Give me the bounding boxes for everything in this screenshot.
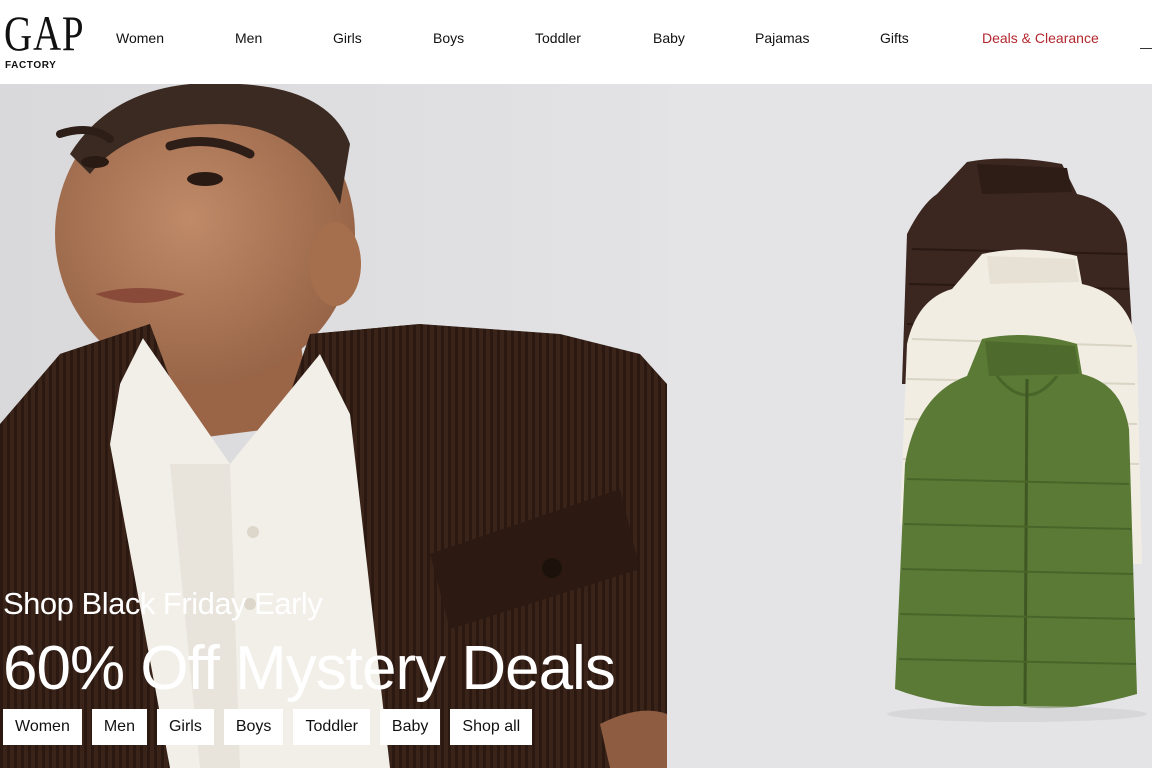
gap-factory-logo[interactable]: GAP FACTORY (4, 5, 85, 74)
nav-gifts[interactable]: Gifts (880, 30, 909, 46)
chip-men[interactable]: Men (91, 709, 147, 745)
chip-girls[interactable]: Girls (156, 709, 214, 745)
hero-vests-image[interactable] (667, 84, 1152, 768)
puffer-vests-illustration (887, 158, 1147, 722)
logo-wordmark: GAP (4, 5, 85, 61)
hero-eyebrow: Shop Black Friday Early (3, 586, 323, 621)
chip-shop-all[interactable]: Shop all (450, 709, 533, 745)
site-header: GAP FACTORY Women Men Girls Boys Toddler… (0, 0, 1152, 84)
nav-deals-clearance[interactable]: Deals & Clearance (982, 30, 1099, 46)
nav-pajamas[interactable]: Pajamas (755, 30, 809, 46)
logo-subtitle: FACTORY (5, 60, 57, 71)
nav-women[interactable]: Women (116, 30, 164, 46)
chip-women[interactable]: Women (3, 709, 82, 745)
hero-model-image[interactable]: Shop Black Friday Early 60% Off Mystery … (0, 84, 667, 768)
chip-boys[interactable]: Boys (223, 709, 284, 745)
nav-overflow-indicator (1140, 48, 1152, 49)
hero-headline: 60% Off Mystery Deals (3, 634, 616, 703)
chip-toddler[interactable]: Toddler (293, 709, 370, 745)
hero-banner: Shop Black Friday Early 60% Off Mystery … (0, 84, 1152, 768)
nav-girls[interactable]: Girls (333, 30, 362, 46)
chip-baby[interactable]: Baby (379, 709, 441, 745)
nav-men[interactable]: Men (235, 30, 262, 46)
nav-toddler[interactable]: Toddler (535, 30, 581, 46)
hero-category-chips: Women Men Girls Boys Toddler Baby Shop a… (3, 709, 542, 745)
nav-boys[interactable]: Boys (433, 30, 464, 46)
nav-baby[interactable]: Baby (653, 30, 685, 46)
